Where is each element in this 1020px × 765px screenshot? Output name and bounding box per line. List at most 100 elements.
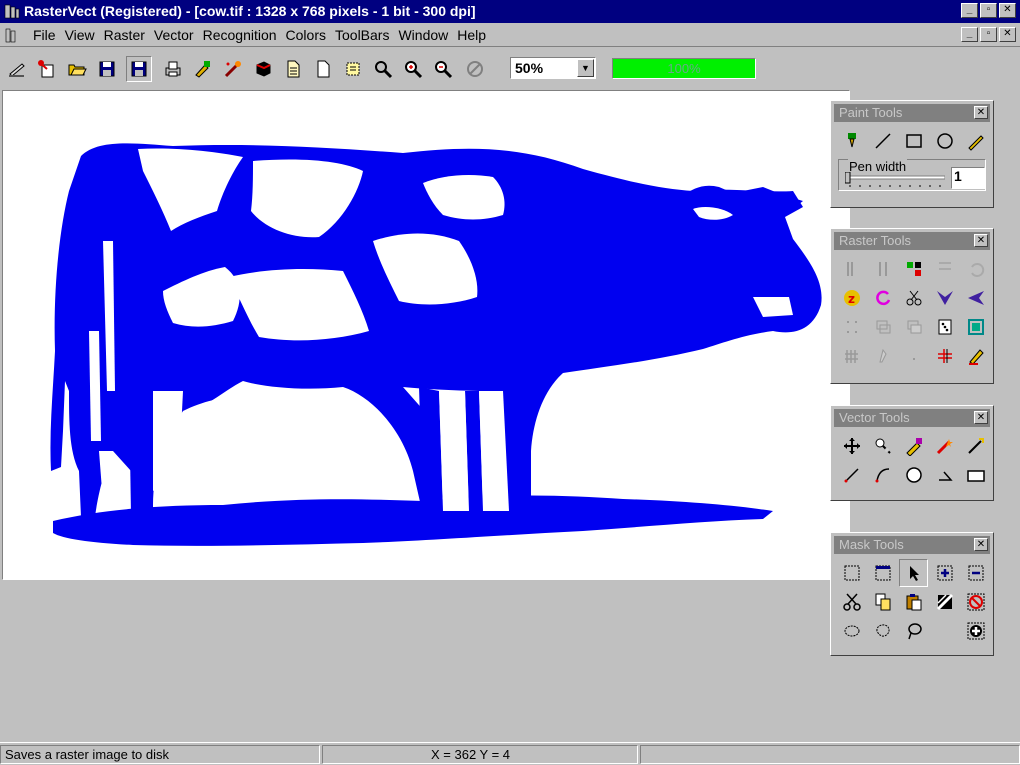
zoom-value: 50% bbox=[515, 60, 544, 76]
restore-button[interactable]: ▫ bbox=[980, 3, 997, 18]
open-icon[interactable] bbox=[64, 56, 90, 82]
bar-h-icon[interactable] bbox=[837, 255, 866, 283]
vector-tools-header[interactable]: Vector Tools ✕ bbox=[834, 409, 990, 427]
zoom-icon[interactable] bbox=[370, 56, 396, 82]
scissors-icon[interactable] bbox=[837, 588, 866, 616]
close-icon[interactable]: ✕ bbox=[974, 538, 988, 551]
angle-icon[interactable] bbox=[930, 461, 959, 489]
mask-window-icon[interactable] bbox=[868, 559, 897, 587]
dice-icon[interactable] bbox=[930, 313, 959, 341]
box-icon[interactable] bbox=[961, 461, 990, 489]
lasso-icon[interactable] bbox=[868, 617, 897, 645]
close-icon[interactable]: ✕ bbox=[974, 106, 988, 119]
circle-icon[interactable] bbox=[899, 461, 928, 489]
no-icon[interactable] bbox=[462, 56, 488, 82]
scan-icon[interactable] bbox=[4, 56, 30, 82]
chevron-down-icon[interactable]: ▼ bbox=[577, 59, 594, 77]
mask-tools-header[interactable]: Mask Tools ✕ bbox=[834, 536, 990, 554]
pen-width-slider[interactable] bbox=[845, 172, 945, 188]
close-icon[interactable]: ✕ bbox=[974, 234, 988, 247]
compass-icon[interactable] bbox=[961, 617, 990, 645]
edit-icon[interactable] bbox=[190, 56, 216, 82]
zoom-out-icon[interactable] bbox=[430, 56, 456, 82]
copy-icon[interactable] bbox=[868, 588, 897, 616]
select-node-icon[interactable] bbox=[868, 432, 897, 460]
no-entry-icon[interactable] bbox=[961, 588, 990, 616]
cut-icon[interactable] bbox=[899, 284, 928, 312]
line-icon[interactable] bbox=[868, 127, 897, 155]
minimize-button[interactable]: _ bbox=[961, 3, 978, 18]
pen-icon[interactable] bbox=[837, 127, 866, 155]
arc-icon[interactable] bbox=[868, 461, 897, 489]
pen-width-input[interactable]: 1 bbox=[951, 167, 985, 189]
z-icon[interactable]: z bbox=[837, 284, 866, 312]
zoom-in-icon[interactable] bbox=[400, 56, 426, 82]
import-icon[interactable] bbox=[34, 56, 60, 82]
dots-icon[interactable] bbox=[837, 313, 866, 341]
zoom-select[interactable]: 50% ▼ bbox=[510, 57, 596, 79]
triangle-arrow-icon[interactable] bbox=[961, 284, 990, 312]
layers-icon[interactable] bbox=[868, 313, 897, 341]
blank-page-icon[interactable] bbox=[310, 56, 336, 82]
doc-close-button[interactable]: ✕ bbox=[999, 27, 1016, 42]
doc-restore-button[interactable]: ▫ bbox=[980, 27, 997, 42]
menu-file[interactable]: File bbox=[33, 27, 62, 43]
wand-icon[interactable] bbox=[220, 56, 246, 82]
stroke-icon[interactable] bbox=[868, 342, 897, 370]
paint-tools-header[interactable]: Paint Tools ✕ bbox=[834, 104, 990, 122]
explode-icon[interactable] bbox=[930, 432, 959, 460]
dot-icon[interactable] bbox=[899, 342, 928, 370]
lasso2-icon[interactable] bbox=[899, 617, 928, 645]
menu-raster[interactable]: Raster bbox=[104, 27, 151, 43]
new-page-icon[interactable] bbox=[280, 56, 306, 82]
mask-cursor-icon[interactable] bbox=[899, 559, 928, 587]
pencil-icon[interactable] bbox=[961, 127, 990, 155]
save-raster-icon[interactable] bbox=[94, 56, 120, 82]
image-canvas[interactable] bbox=[2, 90, 850, 580]
select-page-icon[interactable] bbox=[340, 56, 366, 82]
undo-icon[interactable] bbox=[961, 255, 990, 283]
mask-plus-icon[interactable] bbox=[930, 559, 959, 587]
layers2-icon[interactable] bbox=[899, 313, 928, 341]
wand-vector-icon[interactable] bbox=[961, 432, 990, 460]
close-button[interactable]: ✕ bbox=[999, 3, 1016, 18]
edit-vector-icon[interactable] bbox=[899, 432, 928, 460]
line-draw-icon[interactable] bbox=[837, 461, 866, 489]
print-icon[interactable] bbox=[160, 56, 186, 82]
menu-help[interactable]: Help bbox=[457, 27, 492, 43]
invert-icon[interactable] bbox=[930, 588, 959, 616]
bar-v-icon[interactable] bbox=[868, 255, 897, 283]
pen-red-icon[interactable] bbox=[961, 342, 990, 370]
menu-colors[interactable]: Colors bbox=[286, 27, 332, 43]
menu-window[interactable]: Window bbox=[398, 27, 454, 43]
fence-icon[interactable] bbox=[837, 342, 866, 370]
menu-view[interactable]: View bbox=[65, 27, 101, 43]
progress-label: 100% bbox=[667, 61, 701, 76]
move-icon[interactable] bbox=[837, 432, 866, 460]
doc-minimize-button[interactable]: _ bbox=[961, 27, 978, 42]
status-message: Saves a raster image to disk bbox=[0, 745, 320, 764]
cube-icon[interactable] bbox=[250, 56, 276, 82]
document-icon[interactable] bbox=[4, 27, 20, 43]
close-icon[interactable]: ✕ bbox=[974, 411, 988, 424]
raster-tools-header[interactable]: Raster Tools ✕ bbox=[834, 232, 990, 250]
v-arrow-icon[interactable] bbox=[930, 284, 959, 312]
refresh-icon[interactable] bbox=[868, 284, 897, 312]
mask-minus-icon[interactable] bbox=[961, 559, 990, 587]
menu-vector[interactable]: Vector bbox=[154, 27, 200, 43]
mask-rect-icon[interactable] bbox=[837, 559, 866, 587]
menu-toolbars[interactable]: ToolBars bbox=[335, 27, 395, 43]
ellipse-mask-icon[interactable] bbox=[837, 617, 866, 645]
vector-tools-title: Vector Tools bbox=[839, 410, 910, 425]
save-vector-icon[interactable] bbox=[126, 56, 152, 82]
frame-icon[interactable] bbox=[961, 313, 990, 341]
title-bar: RasterVect (Registered) - [cow.tif : 132… bbox=[0, 0, 1020, 23]
paste-icon[interactable] bbox=[899, 588, 928, 616]
rotate-multi-icon[interactable] bbox=[899, 255, 928, 283]
mask-tools-panel: Mask Tools ✕ bbox=[830, 532, 994, 656]
grid-icon[interactable] bbox=[930, 342, 959, 370]
ellipse-icon[interactable] bbox=[930, 127, 959, 155]
split-icon[interactable] bbox=[930, 255, 959, 283]
rectangle-icon[interactable] bbox=[899, 127, 928, 155]
menu-recognition[interactable]: Recognition bbox=[203, 27, 283, 43]
